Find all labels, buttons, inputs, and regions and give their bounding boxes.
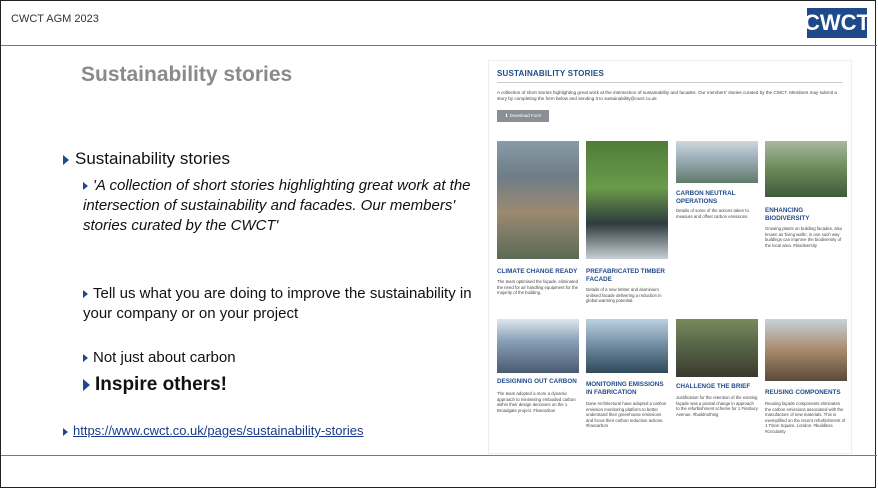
bullet-item: Sustainability stories — [63, 149, 483, 169]
story-image — [765, 141, 847, 197]
story-image — [586, 141, 668, 259]
story-card[interactable]: CHALLENGE THE BRIEF Justification for th… — [676, 319, 758, 449]
panel-description: A collection of short stories highlighti… — [497, 90, 837, 101]
story-description: Reusing façade components eliminates the… — [765, 401, 846, 434]
bullet-text: Sustainability stories — [75, 149, 230, 168]
panel-divider — [497, 82, 843, 83]
bullet-arrow-icon — [63, 154, 69, 165]
story-description: Growing plants on building facades, also… — [765, 226, 843, 248]
story-image — [765, 319, 847, 381]
download-form-button[interactable]: ⬇ Download Form — [497, 110, 549, 122]
story-card[interactable]: CARBON NEUTRAL OPERATIONS Details of som… — [676, 141, 758, 253]
bullet-arrow-icon — [83, 290, 88, 299]
website-screenshot: SUSTAINABILITY STORIES A collection of s… — [489, 61, 851, 453]
bullet-arrow-icon — [83, 182, 88, 191]
bullet-text: Tell us what you are doing to improve th… — [83, 285, 472, 322]
story-card[interactable]: DESIGNING OUT CARBON The team adopted a … — [497, 319, 579, 449]
bullet-text: Inspire others! — [95, 374, 227, 395]
story-image — [676, 141, 758, 183]
story-description: Details of a new timber and aluminium un… — [586, 287, 662, 303]
bullet-arrow-icon — [83, 354, 88, 363]
story-description: Justification for the retention of the e… — [676, 395, 758, 417]
bullet-item: 'A collection of short stories highlight… — [83, 176, 483, 236]
story-card[interactable]: MONITORING EMISSIONS IN FABRICATION Dane… — [586, 319, 668, 449]
story-description: Dane Architectural have adopted a carbon… — [586, 401, 667, 428]
story-title: CHALLENGE THE BRIEF — [676, 383, 751, 390]
bullet-text: Not just about carbon — [93, 349, 236, 366]
event-title: CWCT AGM 2023 — [11, 13, 99, 25]
story-image — [497, 141, 579, 259]
bullet-item: Tell us what you are doing to improve th… — [83, 284, 483, 324]
story-title: DESIGNING OUT CARBON — [497, 378, 577, 385]
story-description: The team adopted a more a dynamic approa… — [497, 391, 576, 413]
bullet-item: Inspire others! — [83, 375, 483, 395]
story-title: CARBON NEUTRAL OPERATIONS — [676, 190, 736, 205]
story-title: CLIMATE CHANGE READY — [497, 268, 578, 275]
story-title: MONITORING EMISSIONS IN FABRICATION — [586, 381, 664, 396]
story-image — [497, 319, 579, 373]
cwct-logo: CWCT — [804, 8, 870, 38]
story-image — [676, 319, 758, 377]
sustainability-stories-link-item: https://www.cwct.co.uk/pages/sustainabil… — [63, 423, 363, 438]
slide: CWCT AGM 2023 CWCT Sustainability storie… — [0, 0, 877, 488]
story-description: Details of some of the actions taken to … — [676, 208, 749, 219]
bullet-arrow-icon — [63, 427, 68, 436]
bullet-arrow-icon — [83, 378, 90, 391]
sustainability-stories-link[interactable]: https://www.cwct.co.uk/pages/sustainabil… — [73, 423, 363, 438]
story-image — [586, 319, 668, 373]
story-description: The team optimised the façade, eliminate… — [497, 279, 578, 295]
story-card[interactable]: PREFABRICATED TIMBER FACADE Details of a… — [586, 141, 668, 303]
header-divider — [1, 45, 877, 46]
story-card[interactable]: REUSING COMPONENTS Reusing façade compon… — [765, 319, 847, 449]
bullet-text: 'A collection of short stories highlight… — [83, 177, 471, 234]
story-card[interactable]: CLIMATE CHANGE READY The team optimised … — [497, 141, 579, 295]
slide-heading: Sustainability stories — [81, 63, 293, 86]
slide-header: CWCT AGM 2023 CWCT — [1, 1, 877, 45]
panel-title: SUSTAINABILITY STORIES — [497, 69, 605, 78]
footer-divider — [1, 455, 877, 456]
bullet-item: Not just about carbon — [83, 348, 483, 368]
story-title: REUSING COMPONENTS — [765, 389, 841, 396]
story-card[interactable]: ENHANCING BIODIVERSITY Growing plants on… — [765, 141, 847, 287]
story-title: ENHANCING BIODIVERSITY — [765, 207, 810, 222]
story-title: PREFABRICATED TIMBER FACADE — [586, 268, 665, 283]
